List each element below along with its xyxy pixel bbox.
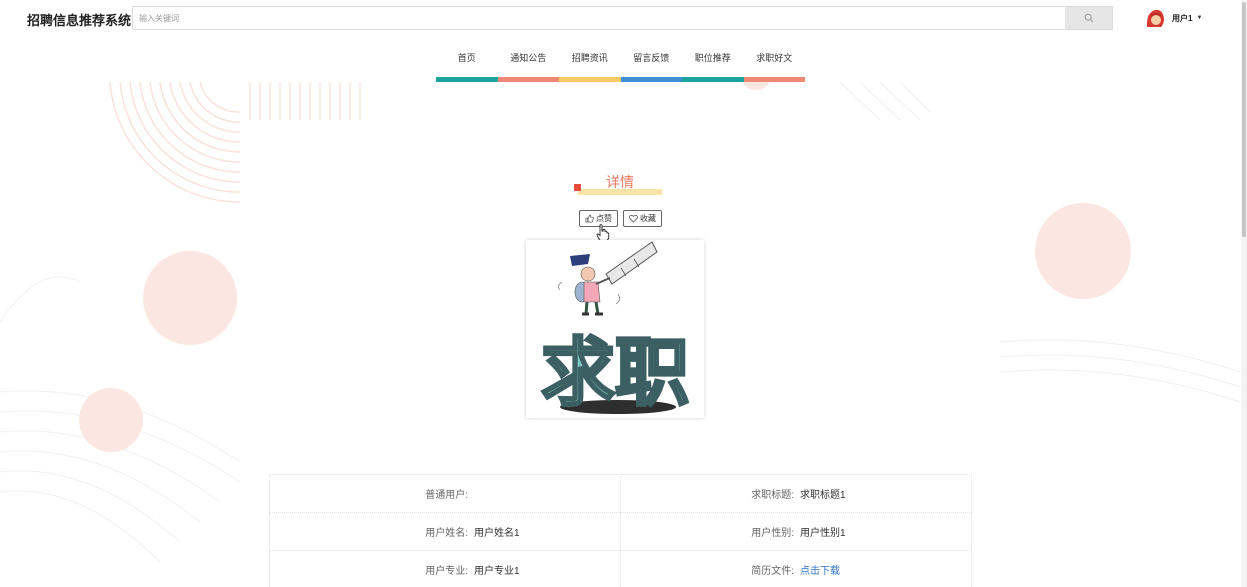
favorite-label: 收藏 [640, 214, 656, 223]
user-menu[interactable]: 用户1 ▼ [1144, 6, 1202, 30]
nav-item-label: 求职好文 [756, 53, 793, 63]
avatar [1146, 9, 1164, 27]
user-name-label: 用户姓名: [425, 528, 468, 539]
table-cell: 用户姓名: 用户姓名1 [269, 512, 621, 551]
user-gender-value: 用户性别1 [800, 528, 846, 539]
nav-item-label: 招聘资讯 [571, 53, 608, 63]
table-cell: 简历文件: 点击下载 [620, 550, 972, 587]
nav-item-label: 首页 [457, 53, 476, 63]
table-cell: 普通用户: [269, 474, 621, 513]
like-label: 点赞 [596, 214, 612, 223]
table-row: 普通用户: 求职标题: 求职标题1 [269, 474, 972, 513]
detail-title-text: 详情 [606, 174, 634, 190]
scrollbar-thumb[interactable] [1242, 2, 1246, 237]
nav-item-feedback[interactable]: 留言反馈 [620, 44, 682, 82]
decor-circle [143, 251, 237, 345]
info-table: 普通用户: 求职标题: 求职标题1 用户姓名: 用户姓名1 用户性别: 用户性别… [269, 474, 972, 587]
page: 招聘信息推荐系统 用户1 ▼ 首页 [0, 0, 1247, 587]
table-cell: 用户性别: 用户性别1 [620, 512, 972, 551]
nav-item-news[interactable]: 招聘资讯 [559, 44, 621, 82]
search-bar [132, 6, 1113, 30]
chevron-down-icon: ▼ [1196, 15, 1203, 21]
nav-item-home[interactable]: 首页 [436, 44, 498, 82]
search-input[interactable] [133, 7, 1066, 29]
job-title-value: 求职标题1 [800, 490, 846, 501]
nav-underline [497, 77, 559, 82]
header: 招聘信息推荐系统 用户1 ▼ 首页 [0, 0, 1247, 82]
poster-text: 求职 [541, 330, 689, 416]
favorite-button[interactable]: 收藏 [623, 210, 662, 227]
nav-item-jobs[interactable]: 职位推荐 [682, 44, 744, 82]
user-gender-label: 用户性别: [751, 528, 794, 539]
table-cell: 用户专业: 用户专业1 [269, 550, 621, 587]
nav-underline [682, 77, 744, 82]
nav-item-label: 留言反馈 [633, 53, 670, 63]
nav-item-notice[interactable]: 通知公告 [497, 44, 559, 82]
detail-title: 详情 [574, 172, 666, 196]
nav-underline [620, 77, 682, 82]
decor-circle [79, 388, 143, 452]
main-nav: 首页 通知公告 招聘资讯 留言反馈 职位推荐 求职好文 [436, 44, 805, 82]
table-row: 用户专业: 用户专业1 简历文件: 点击下载 [269, 550, 972, 587]
decor-circle [1035, 203, 1131, 299]
table-cell: 求职标题: 求职标题1 [620, 474, 972, 513]
thumbs-up-icon [585, 214, 594, 223]
nav-item-label: 职位推荐 [694, 53, 731, 63]
user-type-label: 普通用户: [425, 490, 468, 501]
download-link[interactable]: 点击下载 [800, 562, 840, 577]
nav-underline [743, 77, 805, 82]
job-title-label: 求职标题: [751, 490, 794, 501]
site-logo[interactable]: 招聘信息推荐系统 [27, 10, 131, 29]
search-button[interactable] [1065, 7, 1112, 29]
table-row: 用户姓名: 用户姓名1 用户性别: 用户性别1 [269, 512, 972, 551]
user-name-value: 用户姓名1 [474, 528, 520, 539]
resume-file-label: 简历文件: [751, 566, 794, 577]
username: 用户1 [1172, 13, 1193, 23]
poster-illustration: 求职 [540, 241, 691, 418]
nav-underline [436, 77, 498, 82]
scrollbar[interactable] [1241, 0, 1247, 587]
nav-item-articles[interactable]: 求职好文 [743, 44, 805, 82]
nav-item-label: 通知公告 [510, 53, 547, 63]
nav-underline [559, 77, 621, 82]
search-icon [1084, 13, 1093, 23]
action-buttons: 点赞 收藏 [579, 210, 662, 227]
user-major-label: 用户专业: [425, 566, 468, 577]
job-poster-image: 求职 [526, 240, 704, 418]
user-major-value: 用户专业1 [474, 566, 520, 577]
heart-icon [629, 215, 638, 223]
